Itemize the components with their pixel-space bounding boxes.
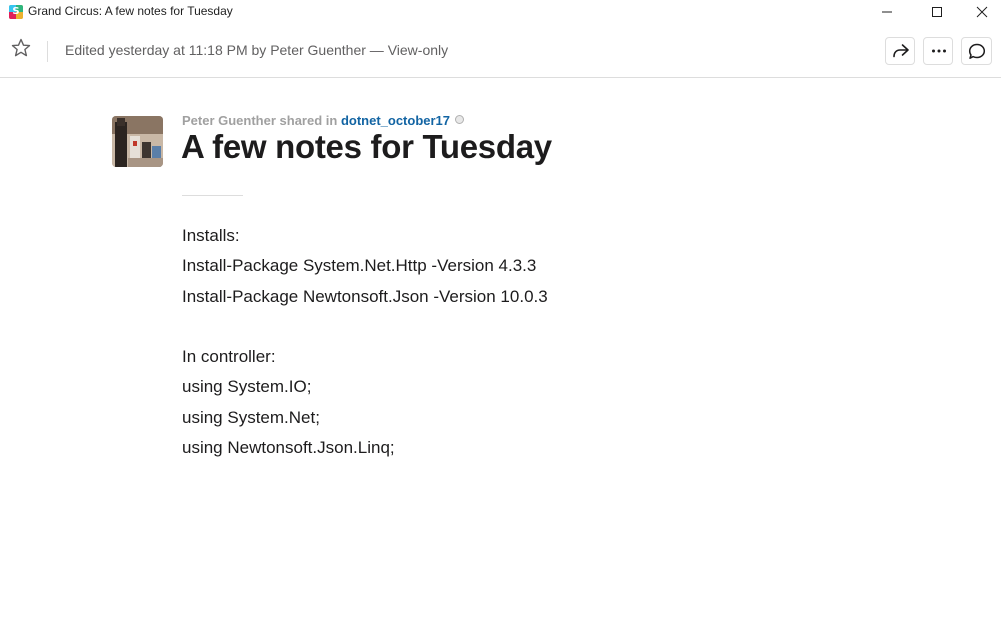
body-line: Install-Package System.Net.Http -Version… (182, 256, 537, 276)
window-titlebar: S Grand Circus: A few notes for Tuesday (0, 0, 1001, 24)
star-outline-icon (11, 38, 31, 57)
minimize-icon (882, 11, 892, 13)
shared-by-label: Peter Guenther shared in (182, 113, 341, 128)
window-title: Grand Circus: A few notes for Tuesday (28, 4, 233, 18)
star-button[interactable] (11, 38, 35, 62)
close-icon (976, 6, 988, 18)
body-line-blank (182, 312, 882, 342)
share-arrow-icon (893, 44, 909, 58)
comment-bubble-icon (968, 43, 986, 59)
comments-button[interactable] (961, 37, 992, 65)
title-divider (182, 195, 243, 196)
body-line: Install-Package Newtonsoft.Json -Version… (182, 286, 548, 306)
avatar-photo-icon (112, 116, 163, 167)
post-body: Installs: Install-Package System.Net.Htt… (182, 221, 882, 463)
header-divider (47, 41, 48, 62)
body-line: using System.Net; (182, 407, 320, 427)
app-icon: S (9, 5, 23, 19)
channel-status-icon (455, 115, 465, 124)
minimize-button[interactable] (864, 0, 910, 24)
maximize-button[interactable] (914, 0, 960, 24)
body-line: using System.IO; (182, 377, 312, 397)
close-button[interactable] (959, 0, 1001, 24)
post-header-toolbar: Edited yesterday at 11:18 PM by Peter Gu… (0, 24, 1001, 78)
share-button[interactable] (885, 37, 915, 65)
shared-in-line: Peter Guenther shared in dotnet_october1… (182, 113, 465, 128)
more-actions-button[interactable] (923, 37, 953, 65)
channel-link[interactable]: dotnet_october17 (341, 113, 450, 128)
body-line: In controller: (182, 347, 276, 367)
body-line: using Newtonsoft.Json.Linq; (182, 438, 395, 458)
body-line: Installs: (182, 226, 240, 245)
author-avatar[interactable] (112, 116, 163, 167)
edited-status: Edited yesterday at 11:18 PM by Peter Gu… (65, 42, 449, 58)
more-horizontal-icon (932, 49, 946, 53)
post-title: A few notes for Tuesday (181, 128, 552, 165)
maximize-icon (932, 7, 942, 17)
